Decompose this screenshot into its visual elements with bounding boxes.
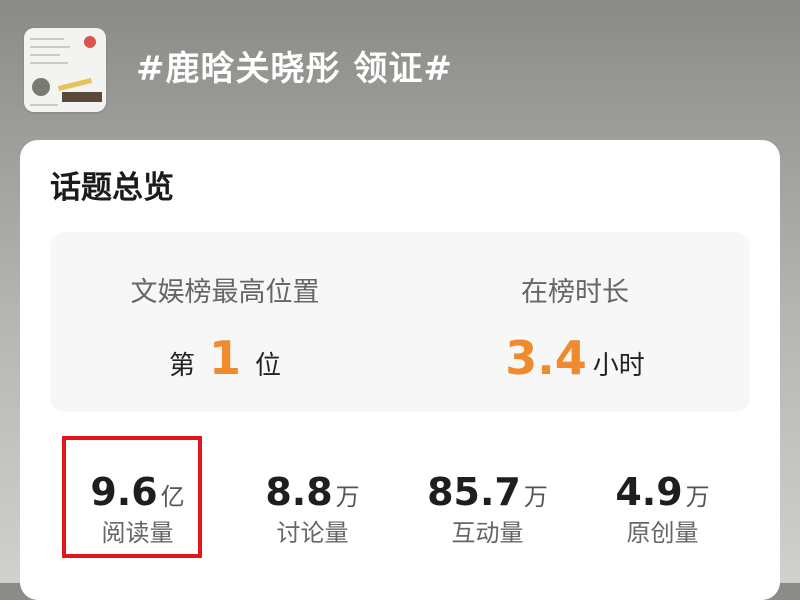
card-title: 话题总览 <box>50 170 174 206</box>
stat-unit: 万 <box>685 483 710 511</box>
stat-label: 原创量 <box>626 519 699 547</box>
stat-original-count[interactable]: 4.9 万 原创量 <box>575 440 750 560</box>
duration-number: 3.4 <box>505 331 587 385</box>
stat-unit: 万 <box>523 483 548 511</box>
rank-number: 1 <box>208 331 241 385</box>
ranking-summary: 文娱榜最高位置 第1位 在榜时长 3.4 小时 <box>50 232 750 412</box>
thumbnail-avatar-icon <box>32 78 50 96</box>
duration-unit: 小时 <box>592 351 645 381</box>
duration-value: 3.4 小时 <box>400 330 750 386</box>
stat-value: 85.7 <box>427 470 521 514</box>
stat-label: 讨论量 <box>276 519 349 547</box>
stat-value: 4.9 <box>615 470 683 514</box>
read-count-highlight-box <box>62 436 202 558</box>
stat-unit: 万 <box>335 483 360 511</box>
duration-label: 在榜时长 <box>521 277 629 308</box>
topic-header: #鹿晗关晓彤 领证# <box>0 0 800 140</box>
highest-rank-label: 文娱榜最高位置 <box>130 277 320 308</box>
rank-suffix: 位 <box>255 351 282 381</box>
topic-thumbnail[interactable] <box>24 28 106 112</box>
stat-value: 8.8 <box>265 470 333 514</box>
stat-interaction-count[interactable]: 85.7 万 互动量 <box>400 440 575 560</box>
stat-discussion-count[interactable]: 8.8 万 讨论量 <box>225 440 400 560</box>
topic-title: #鹿晗关晓彤 领证# <box>136 49 453 89</box>
highest-rank-value: 第1位 <box>50 330 400 386</box>
duration-section: 在榜时长 3.4 小时 <box>400 232 750 412</box>
rank-prefix: 第 <box>168 351 195 381</box>
thumbnail-badge-icon <box>84 36 96 48</box>
highest-rank-section: 文娱榜最高位置 第1位 <box>50 232 400 412</box>
stat-label: 互动量 <box>451 519 524 547</box>
